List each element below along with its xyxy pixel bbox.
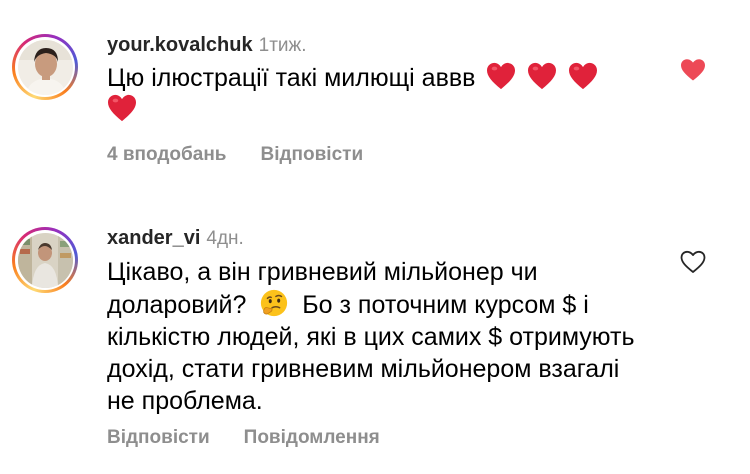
avatar	[17, 39, 73, 95]
comment-text: Цю ілюстрації такі милющі аввв	[107, 62, 647, 126]
avatar	[17, 232, 73, 288]
comments-list: your.kovalchuk 1тиж. Цю ілюстрації такі м…	[0, 0, 750, 474]
thinking-face-emoji-icon	[261, 289, 288, 317]
red-heart-emoji-icon	[487, 62, 516, 90]
username[interactable]: your.kovalchuk	[107, 34, 253, 56]
timestamp[interactable]: 1тиж.	[259, 35, 307, 56]
comment: your.kovalchuk 1тиж. Цю ілюстрації такі м…	[0, 0, 750, 200]
likes-count-link[interactable]: 4 вподобань	[107, 144, 226, 165]
red-heart-emoji-icon	[528, 62, 557, 90]
heart-filled-icon[interactable]	[680, 58, 706, 82]
timestamp[interactable]: 4дн.	[206, 228, 243, 249]
avatar-gap	[15, 230, 75, 290]
avatar-gap	[15, 37, 75, 97]
comment-header: xander_vi 4дн.	[107, 226, 244, 251]
red-heart-emoji-icon	[108, 94, 136, 122]
comment: xander_vi 4дн. Цікаво, а він гривневий мі…	[0, 200, 750, 474]
comment-actions: 4 вподобань Відповісти	[107, 143, 363, 167]
avatar-story-ring[interactable]	[12, 34, 78, 100]
reply-button[interactable]: Відповісти	[107, 427, 210, 448]
username[interactable]: xander_vi	[107, 227, 200, 249]
avatar-story-ring[interactable]	[12, 227, 78, 293]
reply-button[interactable]: Відповісти	[260, 144, 363, 165]
report-button[interactable]: Повідомлення	[244, 427, 380, 448]
red-heart-emoji-icon	[569, 62, 598, 90]
comment-text-body: Цю ілюстрації такі милющі аввв	[107, 64, 476, 92]
comment-actions: Відповісти Повідомлення	[107, 426, 380, 450]
comment-header: your.kovalchuk 1тиж.	[107, 33, 307, 58]
heart-outline-icon[interactable]	[680, 250, 706, 274]
comment-text: Цікаво, а він гривневий мільйонер чи дол…	[107, 256, 647, 417]
